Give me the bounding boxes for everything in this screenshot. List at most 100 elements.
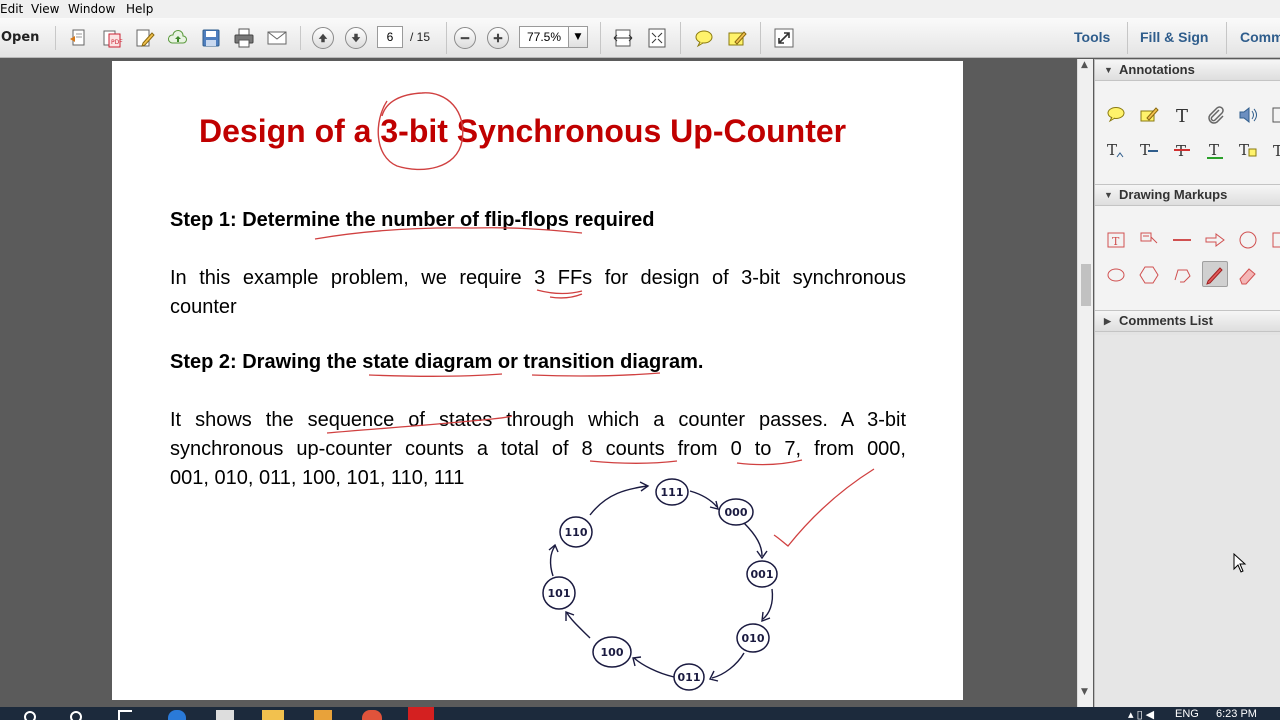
expand-fullscreen-icon[interactable]: [771, 26, 797, 50]
email-icon[interactable]: [264, 26, 290, 50]
svg-text:T: T: [1273, 142, 1280, 160]
menu-view[interactable]: View: [31, 2, 59, 16]
arrowhead: [756, 550, 768, 560]
callout-icon[interactable]: [1136, 227, 1162, 253]
arrowhead: [709, 500, 719, 510]
paragraph-1-line: counter: [170, 296, 237, 318]
document-viewport[interactable]: Design of a 3-bit Synchronous Up-Counter…: [0, 59, 1077, 720]
add-note-to-text-icon[interactable]: T: [1235, 137, 1261, 163]
print-icon[interactable]: [231, 26, 257, 50]
scroll-down-icon[interactable]: ▼: [1081, 687, 1088, 697]
underline-text-icon[interactable]: T: [1202, 137, 1228, 163]
state-node: [736, 623, 770, 653]
zoom-in-icon[interactable]: [487, 27, 509, 49]
edit-document-icon[interactable]: [132, 26, 158, 50]
arrowhead: [761, 611, 771, 623]
page-total-label: / 15: [410, 30, 431, 44]
transition-arrow: [566, 612, 591, 639]
sticky-note-icon[interactable]: [691, 26, 717, 50]
attach-file-icon[interactable]: [1202, 102, 1228, 128]
text-box-icon[interactable]: T: [1103, 227, 1129, 253]
collapse-triangle-icon: ▼: [1104, 65, 1113, 75]
state-node: [718, 498, 754, 526]
scroll-up-icon[interactable]: ▲: [1081, 60, 1088, 70]
fit-page-icon[interactable]: [644, 26, 670, 50]
arrowhead: [565, 610, 575, 621]
cloud-icon[interactable]: [1103, 262, 1129, 288]
previous-page-icon[interactable]: [312, 27, 334, 49]
arrow-icon[interactable]: [1202, 227, 1228, 253]
zoom-out-icon[interactable]: [454, 27, 476, 49]
comment-button[interactable]: Comm: [1240, 29, 1280, 45]
paragraph-2-line: synchronous up-counter counts a total of…: [170, 438, 906, 460]
insert-text-icon[interactable]: T: [1103, 137, 1129, 163]
ink-underline-annotation: [368, 373, 503, 378]
strikethrough-text-icon[interactable]: T: [1169, 137, 1195, 163]
save-icon[interactable]: [198, 26, 224, 50]
record-audio-icon[interactable]: [1235, 102, 1261, 128]
toolbar-separator: [300, 26, 301, 50]
state-nodes: [542, 478, 778, 691]
connected-lines-icon[interactable]: [1169, 262, 1195, 288]
svg-text:T: T: [1209, 141, 1219, 159]
step-1-heading: Step 1: Determine the number of flip-flo…: [170, 209, 655, 231]
toolbar-separator: [446, 22, 447, 54]
menu-help[interactable]: Help: [126, 2, 153, 16]
zoom-dropdown-chevron-down-icon[interactable]: ▼: [568, 26, 588, 48]
acrobat-taskbar-icon[interactable]: [408, 707, 434, 720]
zoom-level-input[interactable]: 77.5%: [519, 26, 569, 48]
sticky-note-icon[interactable]: [1103, 102, 1129, 128]
oval-icon[interactable]: [1235, 227, 1261, 253]
create-pdf-icon[interactable]: [66, 26, 92, 50]
stamp-icon[interactable]: [1267, 102, 1280, 128]
replace-text-icon[interactable]: T: [1136, 137, 1162, 163]
cortana-icon[interactable]: [70, 711, 82, 720]
open-button[interactable]: Open: [1, 30, 39, 45]
highlight-text-icon[interactable]: [724, 26, 750, 50]
clock[interactable]: 6:23 PM: [1216, 708, 1257, 720]
svg-text:T: T: [1112, 235, 1120, 248]
menu-edit[interactable]: Edit: [0, 2, 23, 16]
pencil-icon[interactable]: [1202, 261, 1228, 287]
tray-icons[interactable]: ▴ ▯ ◀: [1128, 708, 1154, 720]
line-icon[interactable]: [1169, 227, 1195, 253]
taskbar: ▴ ▯ ◀ ENG 6:23 PM: [0, 707, 1280, 720]
store-icon[interactable]: [216, 710, 234, 720]
fit-width-icon[interactable]: [610, 26, 636, 50]
eraser-icon[interactable]: [1235, 262, 1261, 288]
scrollbar-thumb[interactable]: [1081, 264, 1091, 306]
toolbar-separator: [1226, 22, 1227, 54]
next-page-icon[interactable]: [345, 27, 367, 49]
menu-window[interactable]: Window: [68, 2, 115, 16]
comments-list-area: [1095, 335, 1280, 720]
app-icon[interactable]: [314, 710, 332, 720]
file-explorer-icon[interactable]: [262, 710, 284, 720]
polygon-icon[interactable]: [1136, 262, 1162, 288]
comments-list-header[interactable]: ▶ Comments List: [1095, 310, 1280, 332]
state-label: 000: [725, 506, 748, 519]
language-indicator[interactable]: ENG: [1175, 708, 1199, 720]
fill-and-sign-button[interactable]: Fill & Sign: [1140, 29, 1208, 45]
add-text-icon[interactable]: T: [1169, 102, 1195, 128]
vertical-scrollbar[interactable]: ▲ ▼: [1077, 59, 1093, 720]
rectangle-icon[interactable]: [1267, 227, 1280, 253]
highlight-text-icon[interactable]: [1136, 102, 1162, 128]
edge-browser-icon[interactable]: [168, 710, 186, 720]
state-node: [559, 516, 593, 548]
tools-button[interactable]: Tools: [1074, 29, 1110, 45]
drawing-markups-header[interactable]: ▼ Drawing Markups: [1095, 184, 1280, 206]
search-icon[interactable]: [24, 711, 36, 720]
text-correction-icon[interactable]: T: [1267, 137, 1280, 163]
upload-cloud-icon[interactable]: [165, 26, 191, 50]
transition-arrow: [689, 490, 718, 508]
transition-arrow: [762, 588, 774, 620]
annotations-header[interactable]: ▼ Annotations: [1095, 59, 1280, 81]
state-label: 100: [601, 646, 624, 659]
task-view-icon[interactable]: [118, 710, 132, 720]
page-number-input[interactable]: 6: [377, 26, 403, 48]
annotations-label: Annotations: [1119, 62, 1195, 77]
chrome-icon[interactable]: [362, 710, 382, 720]
annotations-tools: T T T T T T T: [1095, 81, 1280, 184]
combine-files-icon[interactable]: PDF: [99, 26, 125, 50]
transition-arrow: [549, 545, 556, 577]
